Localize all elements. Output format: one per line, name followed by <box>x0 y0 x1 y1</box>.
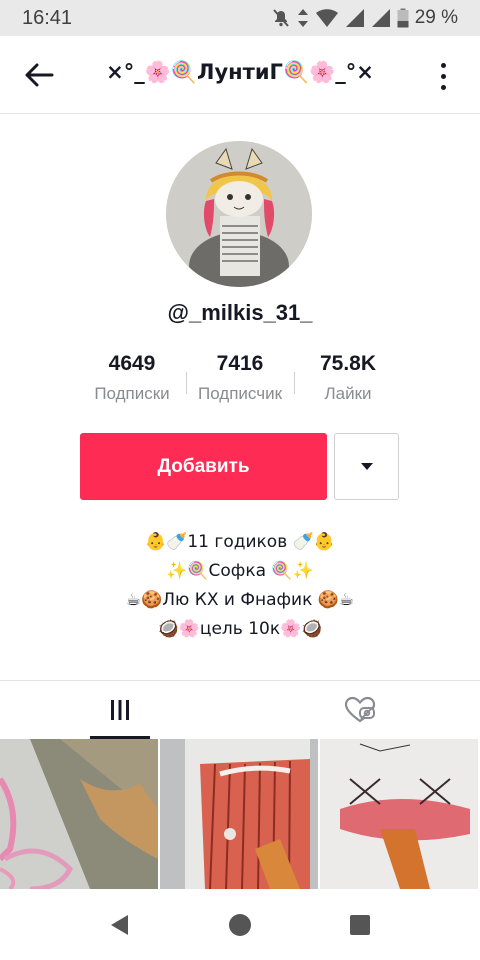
signal-icon <box>345 8 365 28</box>
video-thumbnail[interactable] <box>0 739 158 889</box>
video-thumbnail[interactable] <box>320 739 478 889</box>
wifi-icon <box>315 8 339 28</box>
profile-bio: 👶🍼11 годиков 🍼👶 ✨🍭Софка 🍭✨ ☕🍪Лю КХ и Фна… <box>0 528 480 644</box>
likes-count: 75.8K <box>319 352 377 375</box>
username: @_milkis_31_ <box>167 300 313 325</box>
more-dot <box>440 62 446 68</box>
more-dot <box>440 73 446 79</box>
back-button[interactable] <box>18 54 60 96</box>
battery-icon <box>397 8 409 28</box>
likes-stat: 75.8K Лайки <box>294 350 402 412</box>
status-bar: 16:41 29 % <box>0 0 480 36</box>
system-navigation-bar <box>0 889 480 960</box>
avatar-image <box>166 141 312 287</box>
more-options-button[interactable] <box>428 56 458 96</box>
avatar[interactable] <box>166 141 312 287</box>
caret-down-icon <box>360 462 373 470</box>
bio-line: ☕🍪Лю КХ и Фнафик 🍪☕ <box>125 590 355 610</box>
likes-label: Лайки <box>324 384 372 403</box>
profile-header: ×°_🌸🍭ЛунтиГ🍭🌸_°× <box>0 36 480 114</box>
profile-tabs <box>0 680 480 739</box>
profile-stats: 4649 Подписки 7416 Подписчик 75.8K Лайки <box>78 350 402 412</box>
circle-home-icon <box>229 913 251 936</box>
followers-label: Подписчик <box>197 384 283 403</box>
battery-percent: 29 % <box>414 7 458 28</box>
grid-icon <box>111 700 129 720</box>
follow-button[interactable]: Добавить <box>80 433 327 500</box>
suggested-accounts-dropdown[interactable] <box>334 433 399 500</box>
followers-count: 7416 <box>216 352 264 375</box>
page-title: ×°_🌸🍭ЛунтиГ🍭🌸_°× <box>106 60 374 84</box>
square-recents-icon <box>350 914 370 935</box>
followers-stat[interactable]: 7416 Подписчик <box>186 350 294 412</box>
nav-back-button[interactable] <box>96 901 144 949</box>
bio-line: 🥥🌸цель 10к🌸🥥 <box>157 619 323 639</box>
signal-icon-2 <box>371 8 391 28</box>
following-stat[interactable]: 4649 Подписки <box>78 350 186 412</box>
more-dot <box>440 84 446 90</box>
status-icons: 29 % <box>271 7 458 29</box>
tab-liked[interactable] <box>240 681 480 739</box>
nav-home-button[interactable] <box>216 901 264 949</box>
liked-videos-icon <box>344 696 376 723</box>
following-count: 4649 <box>108 352 156 375</box>
bio-line: ✨🍭Софка 🍭✨ <box>166 561 314 581</box>
back-arrow-icon <box>25 63 54 87</box>
triangle-back-icon <box>111 914 128 935</box>
video-thumbnail[interactable] <box>160 739 318 889</box>
tab-videos[interactable] <box>0 681 240 739</box>
video-grid <box>0 739 480 889</box>
nav-recents-button[interactable] <box>336 901 384 949</box>
following-label: Подписки <box>94 384 170 403</box>
status-time: 16:41 <box>22 6 73 29</box>
bio-line: 👶🍼11 годиков 🍼👶 <box>145 532 335 552</box>
mute-icon <box>271 8 291 28</box>
data-arrows-icon <box>297 8 309 28</box>
